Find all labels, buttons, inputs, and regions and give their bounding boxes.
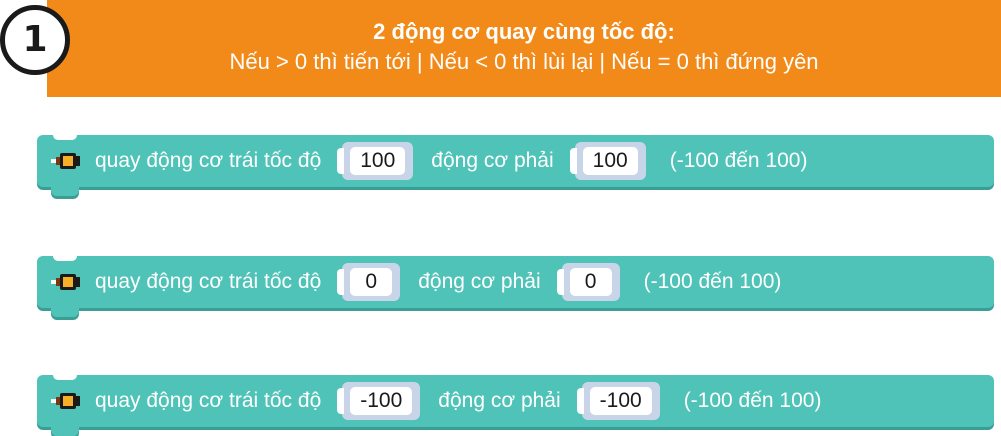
slot-body: 100 bbox=[574, 142, 646, 180]
speed-range-label: (-100 đến 100) bbox=[683, 389, 822, 412]
left-motor-label: quay động cơ trái tốc độ bbox=[95, 270, 322, 293]
left-speed-input[interactable]: -100 bbox=[350, 387, 413, 415]
block-connector-tab bbox=[51, 308, 79, 317]
right-speed-input[interactable]: 100 bbox=[582, 147, 638, 175]
instruction-banner: 2 động cơ quay cùng tốc độ: Nếu > 0 thì … bbox=[47, 0, 1001, 97]
right-motor-label: động cơ phải bbox=[431, 149, 554, 172]
right-speed-input[interactable]: 0 bbox=[569, 268, 612, 296]
motor-speed-block[interactable]: quay động cơ trái tốc độ -100 động cơ ph… bbox=[37, 374, 994, 436]
motor-icon bbox=[51, 274, 80, 290]
speed-range-label: (-100 đến 100) bbox=[643, 270, 782, 293]
step-number-badge: 1 bbox=[0, 5, 70, 75]
banner-title: 2 động cơ quay cùng tốc độ: bbox=[373, 19, 675, 44]
banner-subtitle: Nếu > 0 thì tiến tới | Nếu < 0 thì lùi l… bbox=[229, 49, 819, 74]
left-speed-slot[interactable]: 0 bbox=[337, 263, 401, 301]
motor-block-row: quay động cơ trái tốc độ 0 động cơ phải … bbox=[37, 255, 994, 317]
right-motor-label: động cơ phải bbox=[438, 389, 561, 412]
right-speed-slot[interactable]: 100 bbox=[569, 142, 646, 180]
left-motor-label: quay động cơ trái tốc độ bbox=[95, 149, 322, 172]
right-speed-input[interactable]: -100 bbox=[589, 387, 652, 415]
block-connector-tab bbox=[51, 187, 79, 196]
slot-body: -100 bbox=[342, 382, 421, 420]
slot-notch bbox=[337, 388, 345, 414]
left-motor-label: quay động cơ trái tốc độ bbox=[95, 389, 322, 412]
slot-body: -100 bbox=[581, 382, 660, 420]
motor-block-row: quay động cơ trái tốc độ 100 động cơ phả… bbox=[37, 134, 994, 196]
left-speed-slot[interactable]: 100 bbox=[337, 142, 414, 180]
slot-notch bbox=[337, 148, 345, 174]
slot-notch bbox=[556, 269, 564, 295]
slot-body: 0 bbox=[561, 263, 620, 301]
motor-speed-block[interactable]: quay động cơ trái tốc độ 0 động cơ phải … bbox=[37, 255, 994, 317]
slot-body: 0 bbox=[342, 263, 401, 301]
slot-notch bbox=[337, 269, 345, 295]
left-speed-input[interactable]: 100 bbox=[350, 147, 406, 175]
right-speed-slot[interactable]: -100 bbox=[576, 382, 660, 420]
left-speed-input[interactable]: 0 bbox=[350, 268, 393, 296]
slot-notch bbox=[569, 148, 577, 174]
slot-body: 100 bbox=[342, 142, 414, 180]
motor-block-row: quay động cơ trái tốc độ -100 động cơ ph… bbox=[37, 374, 994, 436]
slot-notch bbox=[576, 388, 584, 414]
speed-range-label: (-100 đến 100) bbox=[669, 149, 808, 172]
right-motor-label: động cơ phải bbox=[418, 270, 541, 293]
right-speed-slot[interactable]: 0 bbox=[556, 263, 620, 301]
step-number: 1 bbox=[22, 19, 48, 60]
motor-icon bbox=[51, 153, 80, 169]
motor-icon bbox=[51, 393, 80, 409]
left-speed-slot[interactable]: -100 bbox=[337, 382, 421, 420]
motor-speed-block[interactable]: quay động cơ trái tốc độ 100 động cơ phả… bbox=[37, 134, 994, 196]
